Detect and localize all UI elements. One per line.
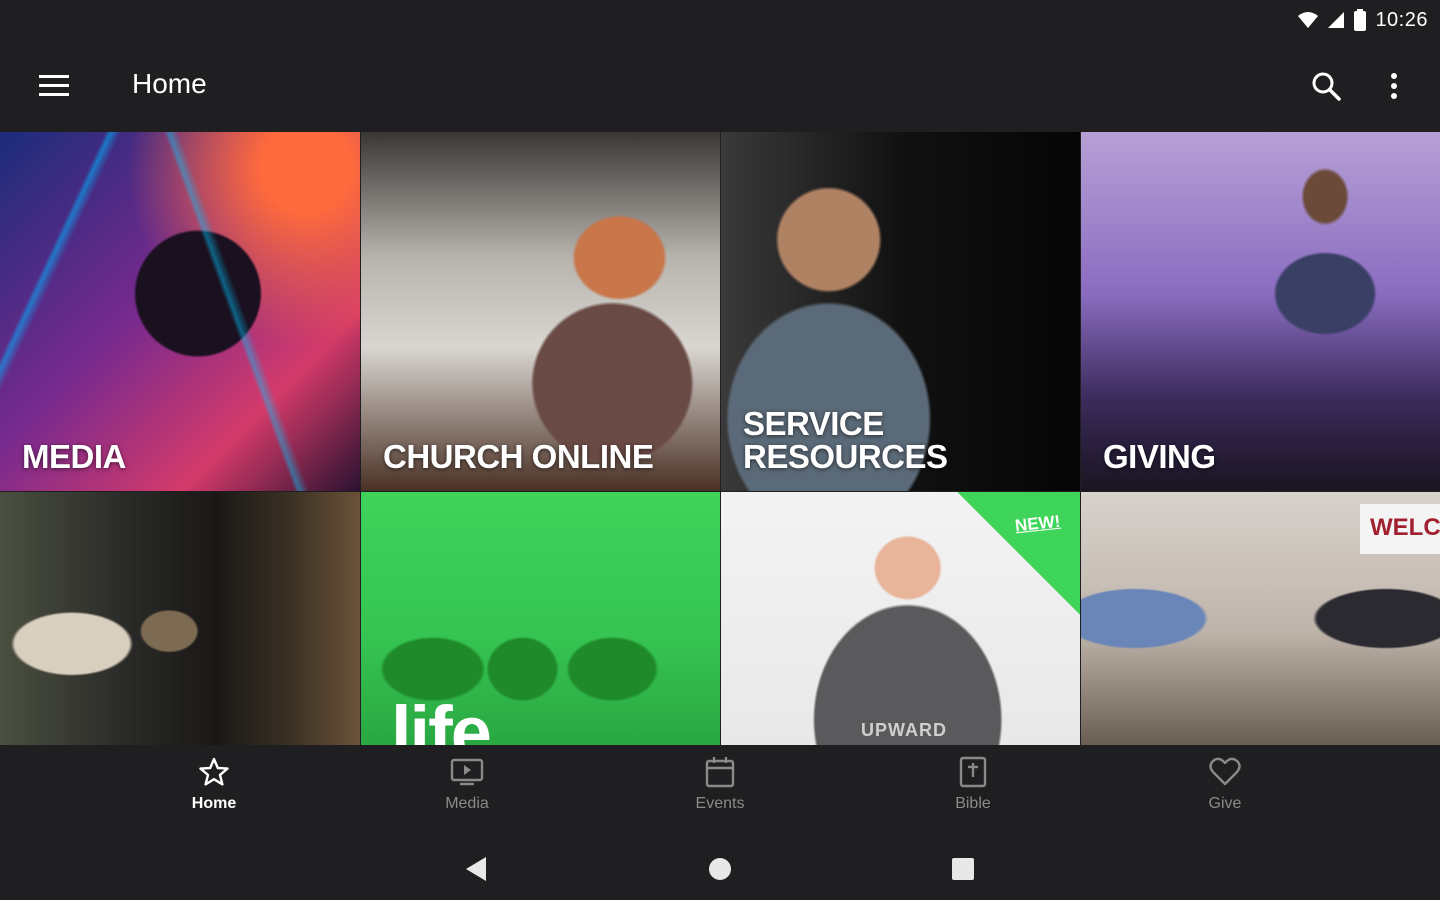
hamburger-menu-icon — [39, 75, 69, 96]
tile-church-online[interactable]: CHURCH ONLINE — [361, 132, 720, 491]
tile-label: GIVING — [1103, 440, 1216, 473]
tile-label: CHURCH ONLINE — [383, 438, 654, 475]
status-bar: 10:26 — [0, 0, 1440, 40]
nav-item-bible[interactable]: Bible — [913, 755, 1033, 827]
tile-service-resources[interactable]: SERVICE RESOURCES — [721, 132, 1080, 491]
app-bar: Home — [0, 40, 1440, 132]
tile-label-line: GIVING — [1103, 438, 1216, 475]
tile-welcome-team[interactable] — [0, 492, 360, 745]
nav-label: Events — [695, 795, 745, 812]
tile-grid: MEDIA CHURCH ONLINE SERVICE RESOURCES GI… — [0, 132, 1440, 745]
bottom-navigation: Home Media Events Bible Give — [0, 745, 1440, 837]
battery-icon — [1354, 9, 1367, 31]
home-circle-icon — [709, 858, 731, 880]
search-button[interactable] — [1302, 62, 1350, 110]
tile-giving[interactable]: GIVING — [1081, 132, 1440, 491]
page-title: Home — [132, 68, 207, 99]
search-icon — [1312, 72, 1341, 101]
recents-square-icon — [952, 858, 974, 880]
cell-signal-icon — [1328, 12, 1345, 28]
upward-shirt-text: UPWARD — [861, 720, 947, 740]
tile-greeting[interactable]: WELCO — [1081, 492, 1440, 745]
nav-label: Home — [191, 795, 237, 812]
recents-button[interactable] — [943, 849, 983, 889]
back-triangle-icon — [466, 857, 486, 881]
more-vert-icon — [1391, 73, 1397, 99]
wifi-icon — [1298, 12, 1319, 28]
new-badge: NEW! — [1013, 511, 1061, 536]
tile-label-line: RESOURCES — [743, 438, 948, 475]
menu-button[interactable] — [28, 64, 80, 108]
tile-label-line: CHURCH ONLINE — [383, 438, 654, 475]
status-time: 10:26 — [1375, 8, 1428, 31]
more-options-button[interactable] — [1370, 62, 1418, 110]
welcome-sign: WELCO — [1360, 504, 1440, 554]
status-icons: 10:26 — [1297, 6, 1428, 34]
tile-label: SERVICE RESOURCES — [743, 407, 948, 473]
tile-label-line: MEDIA — [22, 438, 126, 475]
nav-label: Give — [1208, 795, 1242, 812]
tile-label-line: SERVICE — [743, 405, 884, 442]
nav-item-media[interactable]: Media — [407, 755, 527, 827]
nav-label: Media — [445, 795, 489, 812]
tile-label: MEDIA — [22, 440, 126, 473]
nav-item-give[interactable]: Give — [1165, 755, 1285, 827]
nav-item-events[interactable]: Events — [660, 755, 780, 827]
back-button[interactable] — [456, 849, 496, 889]
star-icon — [197, 755, 231, 789]
tv-icon — [450, 755, 484, 789]
nav-item-home[interactable]: Home — [154, 755, 274, 827]
life-logo-text: life — [391, 691, 492, 745]
tile-upward[interactable]: NEW! UPWARD — [721, 492, 1080, 745]
tile-life-groups[interactable]: life — [361, 492, 720, 745]
nav-label: Bible — [955, 795, 991, 812]
system-navigation-bar — [0, 837, 1440, 900]
heart-icon — [1208, 755, 1242, 789]
calendar-icon — [703, 755, 737, 789]
home-button[interactable] — [700, 849, 740, 889]
bible-icon — [956, 755, 990, 789]
tile-media[interactable]: MEDIA — [0, 132, 360, 491]
